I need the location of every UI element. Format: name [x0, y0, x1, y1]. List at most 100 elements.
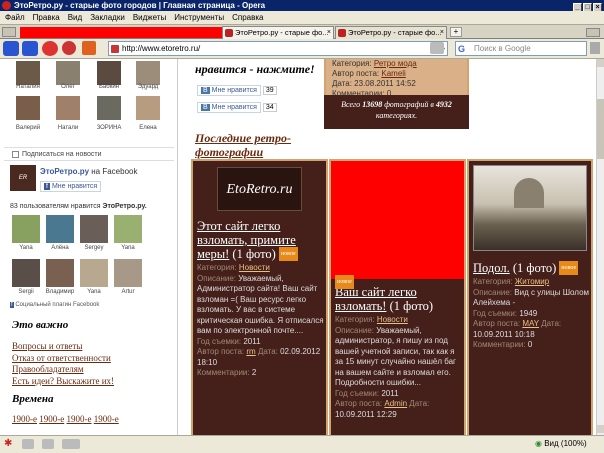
- card-thumbnail[interactable]: [331, 161, 464, 279]
- trash-icon[interactable]: [586, 28, 600, 37]
- fb-page-title[interactable]: ЭтоРетро.ру на Facebook: [40, 167, 137, 176]
- zoom-indicator[interactable]: ◉ Вид (100%): [535, 439, 587, 448]
- decade-link[interactable]: 1900-е: [39, 414, 64, 424]
- photo-card: новое Ваш сайт легко взломать! (1 фото) К…: [329, 159, 466, 435]
- decade-link[interactable]: 1900-е: [12, 414, 37, 424]
- menu-widgets[interactable]: Виджеты: [130, 11, 169, 24]
- wand-icon[interactable]: [430, 42, 444, 54]
- card-title[interactable]: Подол. (1 фото) новое: [473, 261, 591, 275]
- menu-help[interactable]: Справка: [229, 11, 266, 24]
- fan-avatar[interactable]: [114, 259, 142, 287]
- menu-file[interactable]: Файл: [2, 11, 28, 24]
- author-link[interactable]: rm: [246, 347, 255, 356]
- tab-close-icon[interactable]: ×: [440, 27, 444, 39]
- avatar[interactable]: [97, 96, 121, 120]
- avatar-name[interactable]: Валерий: [11, 125, 45, 131]
- back-arrow-icon[interactable]: [3, 41, 19, 56]
- avatar-name[interactable]: Елена: [131, 125, 165, 131]
- menu-bar: Файл Правка Вид Закладки Виджеты Инструменты С…: [0, 11, 604, 25]
- fan-name[interactable]: Yana: [9, 245, 43, 251]
- author-link[interactable]: Kameli: [381, 69, 405, 78]
- menu-bookmarks[interactable]: Закладки: [87, 11, 128, 24]
- avatar[interactable]: [56, 61, 80, 85]
- search-field[interactable]: G Поиск в Google: [455, 41, 587, 56]
- avatar[interactable]: [136, 61, 160, 85]
- menu-tools[interactable]: Инструменты: [171, 11, 227, 24]
- avatar[interactable]: [16, 61, 40, 85]
- scroll-down-icon[interactable]: [597, 425, 604, 433]
- category-link[interactable]: Новости: [377, 315, 408, 324]
- category-link[interactable]: Ретро мода: [374, 59, 417, 68]
- fan-name[interactable]: Yana: [77, 289, 111, 295]
- speed-dial-icon[interactable]: [22, 439, 34, 449]
- card-thumbnail[interactable]: [473, 165, 587, 251]
- avatar[interactable]: [136, 96, 160, 120]
- card-title-text[interactable]: Подол.: [473, 261, 510, 275]
- author-link[interactable]: MAY: [522, 319, 539, 328]
- tab-active[interactable]: ЭтоРетро.ру - старые фо... ×: [222, 26, 334, 39]
- avatar-name[interactable]: Натали: [51, 125, 85, 131]
- opera-menu-icon[interactable]: ✱: [4, 439, 12, 449]
- menu-edit[interactable]: Правка: [30, 11, 63, 24]
- address-field[interactable]: http://www.etoretro.ru/ ▾: [108, 41, 448, 56]
- tab-close-icon[interactable]: ×: [327, 27, 331, 39]
- avatar-name[interactable]: Наталия: [11, 84, 45, 90]
- new-tab-button[interactable]: +: [450, 27, 462, 37]
- fan-avatar[interactable]: [46, 215, 74, 243]
- avatar-name[interactable]: Эдуард: [131, 84, 165, 90]
- decade-link[interactable]: 1900-е: [94, 414, 119, 424]
- fan-avatar[interactable]: [12, 215, 40, 243]
- avatar-name[interactable]: ЗОРИНА: [92, 125, 126, 131]
- category-link[interactable]: Житомир: [515, 277, 549, 286]
- date-value: 23.08.2011 14:52: [354, 79, 416, 88]
- link-disclaimer[interactable]: Отказ от ответственности: [12, 353, 114, 365]
- menu-view[interactable]: Вид: [65, 11, 85, 24]
- forward-arrow-icon[interactable]: [22, 41, 38, 56]
- fan-avatar[interactable]: [80, 259, 108, 287]
- fan-name[interactable]: Владимир: [43, 289, 77, 295]
- reload-icon[interactable]: [42, 41, 58, 56]
- fan-name[interactable]: Artur: [111, 289, 145, 295]
- avatar[interactable]: [56, 96, 80, 120]
- author-link[interactable]: Admin: [384, 399, 407, 408]
- decade-link[interactable]: 1900-е: [67, 414, 92, 424]
- subscribe-checkbox[interactable]: [12, 151, 19, 158]
- fan-avatar[interactable]: [80, 215, 108, 243]
- like-button-1[interactable]: В Мне нравится: [197, 85, 261, 96]
- fb-like-button[interactable]: f Мне нравится: [40, 181, 102, 192]
- fan-name[interactable]: Sergii: [9, 289, 43, 295]
- fan-name[interactable]: Алёна: [43, 245, 77, 251]
- link-faq[interactable]: Вопросы и ответы: [12, 341, 114, 353]
- sync-icon[interactable]: [42, 439, 54, 449]
- turbo-icon[interactable]: [62, 439, 80, 449]
- fan-name[interactable]: Yana: [111, 245, 145, 251]
- link-copyright[interactable]: Правообладателям: [12, 364, 114, 376]
- avatar-name[interactable]: Бабкин: [92, 84, 126, 90]
- avatar[interactable]: [97, 61, 121, 85]
- tab-second[interactable]: ЭтоРетро.ру - старые фо... ×: [335, 26, 447, 39]
- home-icon[interactable]: [82, 41, 96, 55]
- section-title[interactable]: Последние ретро-фотографии: [195, 131, 315, 159]
- category-row: Категория: Новости: [335, 315, 463, 326]
- card-title[interactable]: Этот сайт легко взломать, примите меры! …: [197, 219, 325, 261]
- fan-avatar[interactable]: [114, 215, 142, 243]
- link-ideas[interactable]: Есть идеи? Выскажите их!: [12, 376, 114, 388]
- panel-toggle-icon[interactable]: [590, 42, 600, 54]
- avatar-name[interactable]: Олег: [51, 84, 85, 90]
- zoom-icon: ◉: [535, 439, 542, 448]
- card-title[interactable]: новое Ваш сайт легко взломать! (1 фото): [335, 275, 463, 313]
- fan-avatar[interactable]: [46, 259, 74, 287]
- card-thumbnail[interactable]: EtoRetro.ru: [217, 167, 302, 211]
- avatar[interactable]: [16, 96, 40, 120]
- navigation-toolbar: http://www.etoretro.ru/ ▾ G Поиск в Goog…: [0, 39, 604, 59]
- fan-name[interactable]: Sergey: [77, 245, 111, 251]
- card-count: (1 фото): [389, 299, 434, 313]
- category-link[interactable]: Новости: [239, 263, 270, 272]
- stop-icon[interactable]: [62, 41, 76, 55]
- scroll-up-icon[interactable]: [597, 59, 604, 67]
- tab-menu-icon[interactable]: [2, 27, 16, 37]
- scroll-thumb[interactable]: [597, 99, 604, 159]
- vertical-scrollbar[interactable]: [596, 59, 604, 435]
- like-button-2[interactable]: В Мне нравится: [197, 102, 261, 113]
- fan-avatar[interactable]: [12, 259, 40, 287]
